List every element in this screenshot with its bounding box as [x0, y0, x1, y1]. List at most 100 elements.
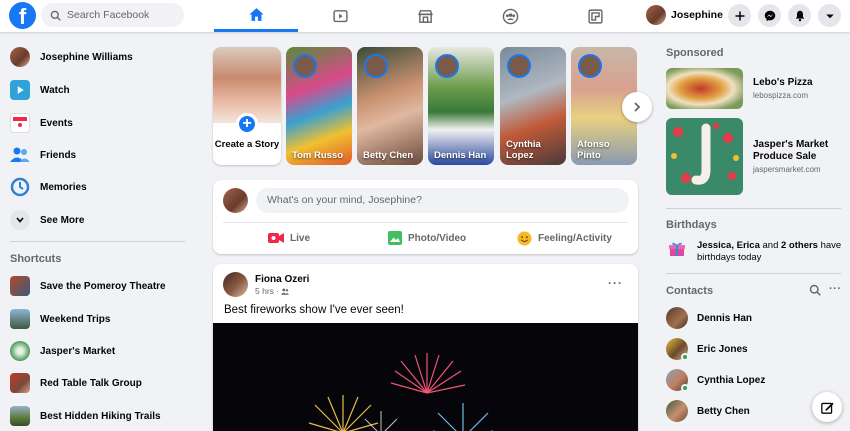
- create-story-label: Create a Story: [214, 139, 280, 150]
- composer-input[interactable]: What's on your mind, Josephine?: [256, 188, 629, 213]
- sidebar-item-events[interactable]: Events: [10, 111, 190, 135]
- friends-icon: [10, 145, 30, 165]
- shortcut-thumbnail: [10, 406, 30, 426]
- sidebar-item-memories[interactable]: Memories: [10, 175, 190, 199]
- contact-item[interactable]: Cynthia Lopez: [666, 368, 765, 392]
- tab-gaming[interactable]: [553, 0, 637, 32]
- sidebar-item-label: Memories: [40, 181, 87, 193]
- feeling-activity-button[interactable]: Feeling/Activity: [517, 228, 612, 248]
- story-card[interactable]: Dennis Han: [428, 47, 494, 165]
- contacts-search-button[interactable]: [809, 284, 821, 299]
- photo-video-label: Photo/Video: [408, 232, 467, 244]
- contacts-options-button[interactable]: ···: [829, 283, 842, 295]
- search-input[interactable]: [67, 9, 177, 21]
- ad-title[interactable]: Jasper's Market Produce Sale: [753, 139, 850, 163]
- tab-groups[interactable]: [468, 0, 552, 32]
- avatar[interactable]: [223, 272, 248, 297]
- feeling-activity-label: Feeling/Activity: [538, 232, 612, 244]
- sidebar-item-profile[interactable]: Josephine Williams: [10, 45, 190, 69]
- shortcut-label: Jasper's Market: [40, 345, 116, 357]
- search-box[interactable]: [41, 3, 184, 27]
- avatar: [646, 5, 666, 25]
- marketplace-icon: [417, 9, 433, 23]
- shortcut-item[interactable]: Best Hidden Hiking Trails: [10, 404, 190, 428]
- tab-watch[interactable]: [298, 0, 382, 32]
- profile-button[interactable]: Josephine: [646, 4, 723, 26]
- feed-post: Fiona Ozeri 5 hrs · ··· Best fireworks s…: [213, 264, 638, 431]
- sidebar-divider: [666, 208, 841, 209]
- groups-icon: [502, 8, 518, 24]
- online-status-dot: [681, 353, 689, 361]
- produce-image: [671, 123, 739, 185]
- tab-home[interactable]: [214, 0, 298, 32]
- sidebar-item-watch[interactable]: Watch: [10, 78, 190, 102]
- sidebar-item-see-more[interactable]: See More: [10, 208, 190, 232]
- avatar: [666, 338, 689, 361]
- birthday-others: 2 others: [781, 240, 818, 251]
- story-author: Betty Chen: [363, 150, 414, 161]
- sidebar-item-label: Events: [40, 117, 73, 129]
- sidebar-item-label: Friends: [40, 149, 77, 161]
- shortcut-label: Save the Pomeroy Theatre: [40, 280, 166, 292]
- birthday-text: and: [759, 240, 781, 251]
- sidebar-item-friends[interactable]: Friends: [10, 143, 190, 167]
- shortcut-item[interactable]: Save the Pomeroy Theatre: [10, 274, 190, 298]
- birthday-names: Jessica, Erica: [697, 240, 760, 251]
- story-author: Dennis Han: [434, 150, 487, 161]
- photo-video-button[interactable]: Photo/Video: [388, 228, 466, 248]
- gaming-icon: [587, 8, 603, 24]
- birthday-notice[interactable]: Jessica, Erica and 2 others have birthda…: [697, 240, 842, 264]
- avatar: [10, 47, 30, 67]
- shortcut-item[interactable]: Jasper's Market: [10, 339, 190, 363]
- ad-image[interactable]: [666, 118, 743, 195]
- ad-url[interactable]: lebospizza.com: [753, 91, 808, 100]
- ad-title[interactable]: Lebo's Pizza: [753, 77, 813, 89]
- story-card[interactable]: Tom Russo: [286, 47, 352, 165]
- search-icon: [809, 284, 821, 296]
- shortcut-label: Weekend Trips: [40, 313, 111, 325]
- contact-item[interactable]: Dennis Han: [666, 306, 752, 330]
- sidebar-divider: [10, 241, 185, 242]
- post-composer: What's on your mind, Josephine? Live Pho…: [213, 180, 638, 254]
- facebook-logo[interactable]: f: [9, 2, 36, 29]
- shortcut-item[interactable]: Weekend Trips: [10, 307, 190, 331]
- notifications-button[interactable]: [788, 4, 811, 27]
- tab-marketplace[interactable]: [383, 0, 467, 32]
- sidebar-divider: [666, 273, 841, 274]
- online-status-dot: [681, 384, 689, 392]
- story-author: Tom Russo: [292, 150, 344, 161]
- shortcuts-heading: Shortcuts: [10, 253, 62, 265]
- post-time[interactable]: 5 hrs: [255, 286, 274, 296]
- shortcut-item[interactable]: Red Table Talk Group: [10, 371, 190, 395]
- sidebar-item-label: Watch: [40, 84, 70, 96]
- stories-next-button[interactable]: [622, 92, 652, 122]
- plus-icon: +: [236, 113, 258, 135]
- create-button[interactable]: [728, 4, 751, 27]
- chevron-right-icon: [634, 102, 641, 112]
- watch-icon: [10, 80, 30, 100]
- messenger-icon: [764, 10, 775, 21]
- messenger-button[interactable]: [758, 4, 781, 27]
- chevron-down-icon: [10, 210, 30, 230]
- contact-item[interactable]: Eric Jones: [666, 337, 748, 361]
- post-options-button[interactable]: ···: [608, 276, 623, 290]
- story-card[interactable]: Betty Chen: [357, 47, 423, 165]
- composer-divider: [223, 222, 628, 223]
- create-story-card[interactable]: + Create a Story: [213, 47, 281, 165]
- avatar: [293, 54, 317, 78]
- post-image[interactable]: [213, 323, 638, 431]
- live-video-icon: [268, 233, 284, 243]
- compose-icon: [820, 402, 834, 414]
- profile-name: Josephine: [671, 9, 723, 21]
- live-video-button[interactable]: Live: [268, 228, 310, 248]
- new-message-button[interactable]: [812, 392, 842, 422]
- ad-image[interactable]: [666, 68, 743, 109]
- birthdays-heading: Birthdays: [666, 219, 717, 231]
- story-card[interactable]: Cynthia Lopez: [500, 47, 566, 165]
- post-author[interactable]: Fiona Ozeri: [255, 274, 309, 285]
- shortcut-thumbnail: [10, 309, 30, 329]
- avatar: [578, 54, 602, 78]
- account-menu-button[interactable]: [818, 4, 841, 27]
- ad-url[interactable]: jaspersmarket.com: [753, 165, 821, 174]
- contact-item[interactable]: Betty Chen: [666, 399, 750, 423]
